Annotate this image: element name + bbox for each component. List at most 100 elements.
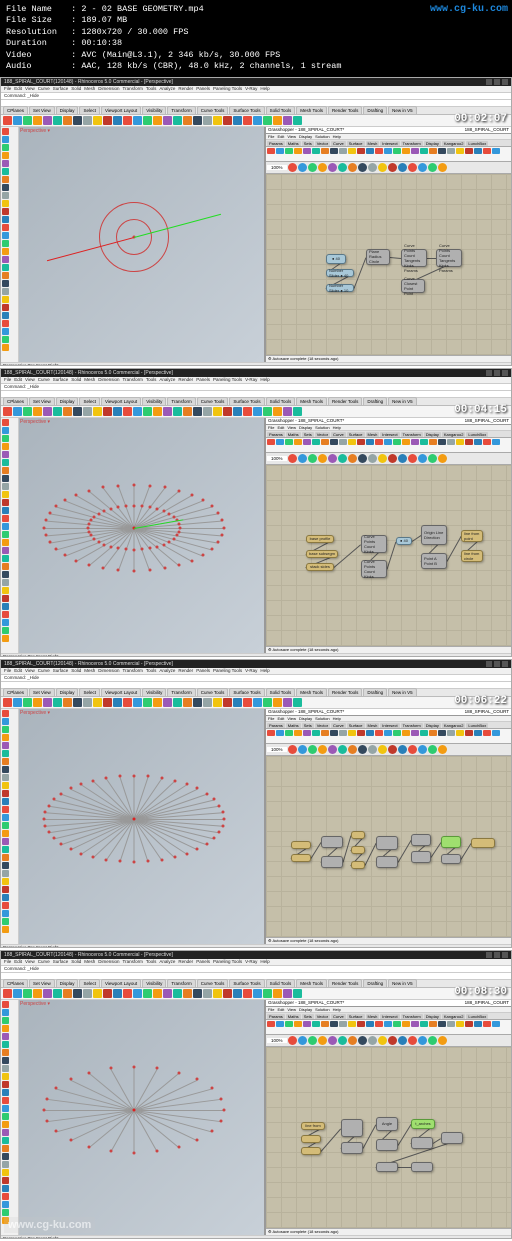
menu-item[interactable]: Paneling Tools [213, 86, 242, 91]
gh-toolbar-icon[interactable] [408, 163, 417, 172]
gh-component-icon[interactable] [348, 730, 356, 736]
gh-component-icon[interactable] [456, 439, 464, 445]
menu-item[interactable]: File [4, 377, 11, 382]
gh-component-icon[interactable] [411, 439, 419, 445]
gh-component-icon[interactable] [420, 1021, 428, 1027]
menu-item[interactable]: Solution [315, 1007, 329, 1012]
gh-component-icon[interactable] [447, 1021, 455, 1027]
gh-component-icon[interactable] [375, 730, 383, 736]
gh-component-icon[interactable] [321, 439, 329, 445]
gh-toolbar-icon[interactable] [298, 745, 307, 754]
toolbar-icon[interactable] [283, 116, 292, 125]
gh-node[interactable] [301, 1135, 321, 1143]
toolbar-tab[interactable]: Render Tools [328, 979, 362, 987]
zoom-dropdown[interactable]: 100% [267, 165, 287, 170]
toolbar-icon[interactable] [2, 264, 9, 271]
toolbar-icon[interactable] [2, 248, 9, 255]
toolbar-tab[interactable]: New in V5 [388, 106, 417, 114]
gh-component-icon[interactable] [411, 148, 419, 154]
viewport-label[interactable]: Perspective ▾ [20, 1001, 50, 1007]
gh-component-icon[interactable] [276, 439, 284, 445]
toolbar-icon[interactable] [73, 989, 82, 998]
toolbar-icon[interactable] [83, 407, 92, 416]
toolbar-icon[interactable] [2, 1169, 9, 1176]
toolbar-icon[interactable] [283, 989, 292, 998]
gh-component-icon[interactable] [420, 148, 428, 154]
toolbar-icon[interactable] [2, 1113, 9, 1120]
toolbar-icon[interactable] [3, 407, 12, 416]
gh-toolbar-icon[interactable] [298, 1036, 307, 1045]
gh-component-icon[interactable] [474, 1021, 482, 1027]
menu-item[interactable]: File [4, 959, 11, 964]
toolbar-icon[interactable] [283, 407, 292, 416]
gh-component-icon[interactable] [402, 1021, 410, 1027]
rhino-left-toolbar[interactable] [1, 418, 19, 653]
gh-canvas[interactable]: line fromAnglet_arches [266, 1047, 511, 1228]
gh-component-icon[interactable] [312, 730, 320, 736]
rhino-menubar[interactable]: FileEditViewCurveSurfaceSolidMeshDimensi… [1, 377, 511, 384]
toolbar-icon[interactable] [43, 989, 52, 998]
toolbar-icon[interactable] [2, 1105, 9, 1112]
gh-toolbar-icon[interactable] [378, 745, 387, 754]
toolbar-icon[interactable] [2, 878, 9, 885]
toolbar-tab[interactable]: Solid Tools [266, 979, 296, 987]
toolbar-icon[interactable] [83, 698, 92, 707]
toolbar-icon[interactable] [63, 698, 72, 707]
gh-component-icon[interactable] [294, 1021, 302, 1027]
toolbar-icon[interactable] [2, 910, 9, 917]
toolbar-tab[interactable]: Curve Tools [197, 106, 229, 114]
toolbar-icon[interactable] [93, 407, 102, 416]
gh-component-palette[interactable] [266, 1020, 511, 1035]
toolbar-tab[interactable]: Render Tools [328, 106, 362, 114]
rhino-tabbar[interactable]: CPlanesSet ViewDisplaySelectViewport Lay… [1, 398, 511, 406]
gh-tab[interactable]: Mesh [366, 723, 380, 728]
gh-node[interactable]: Curve Points Count Kinks [361, 535, 387, 553]
toolbar-icon[interactable] [113, 407, 122, 416]
gh-node[interactable] [441, 836, 461, 848]
gh-canvas[interactable]: ● 40Number Slider ● 40Number Slider ● 10… [266, 174, 511, 355]
menu-item[interactable]: Solution [315, 716, 329, 721]
toolbar-tab[interactable]: Viewport Layout [101, 106, 141, 114]
gh-node[interactable]: Number Slider ● 10 [326, 284, 354, 292]
gh-toolbar-icon[interactable] [298, 454, 307, 463]
gh-toolbar-icon[interactable] [328, 163, 337, 172]
gh-toolbar-icon[interactable] [428, 1036, 437, 1045]
rhino-tabbar[interactable]: CPlanesSet ViewDisplaySelectViewport Lay… [1, 980, 511, 988]
toolbar-icon[interactable] [3, 116, 12, 125]
maximize-icon[interactable] [494, 952, 500, 958]
toolbar-icon[interactable] [153, 116, 162, 125]
toolbar-icon[interactable] [53, 116, 62, 125]
gh-tab[interactable]: Curve [331, 141, 346, 146]
menu-item[interactable]: Panels [196, 668, 210, 673]
toolbar-icon[interactable] [2, 611, 9, 618]
gh-toolbar-icon[interactable] [418, 1036, 427, 1045]
menu-item[interactable]: File [268, 134, 274, 139]
toolbar-icon[interactable] [143, 116, 152, 125]
gh-component-icon[interactable] [330, 148, 338, 154]
gh-toolbar-icon[interactable] [348, 163, 357, 172]
gh-component-icon[interactable] [483, 730, 491, 736]
menu-item[interactable]: Panels [196, 377, 210, 382]
toolbar-icon[interactable] [2, 1073, 9, 1080]
menu-item[interactable]: Surface [53, 959, 69, 964]
gh-component-icon[interactable] [330, 439, 338, 445]
toolbar-icon[interactable] [183, 989, 192, 998]
gh-toolbar-icon[interactable] [338, 745, 347, 754]
gh-component-icon[interactable] [456, 148, 464, 154]
gh-component-icon[interactable] [375, 439, 383, 445]
toolbar-tab[interactable]: Curve Tools [197, 979, 229, 987]
viewport-tabs[interactable]: Perspective Top Front Right [1, 944, 511, 948]
toolbar-icon[interactable] [193, 989, 202, 998]
gh-component-icon[interactable] [285, 439, 293, 445]
toolbar-icon[interactable] [2, 838, 9, 845]
gh-component-icon[interactable] [402, 730, 410, 736]
menu-item[interactable]: Help [333, 1007, 341, 1012]
toolbar-icon[interactable] [143, 407, 152, 416]
toolbar-icon[interactable] [33, 116, 42, 125]
toolbar-icon[interactable] [183, 116, 192, 125]
gh-toolbar-icon[interactable] [368, 163, 377, 172]
gh-toolbar-icon[interactable] [428, 745, 437, 754]
gh-component-icon[interactable] [357, 439, 365, 445]
menu-item[interactable]: Surface [53, 377, 69, 382]
toolbar-icon[interactable] [2, 224, 9, 231]
